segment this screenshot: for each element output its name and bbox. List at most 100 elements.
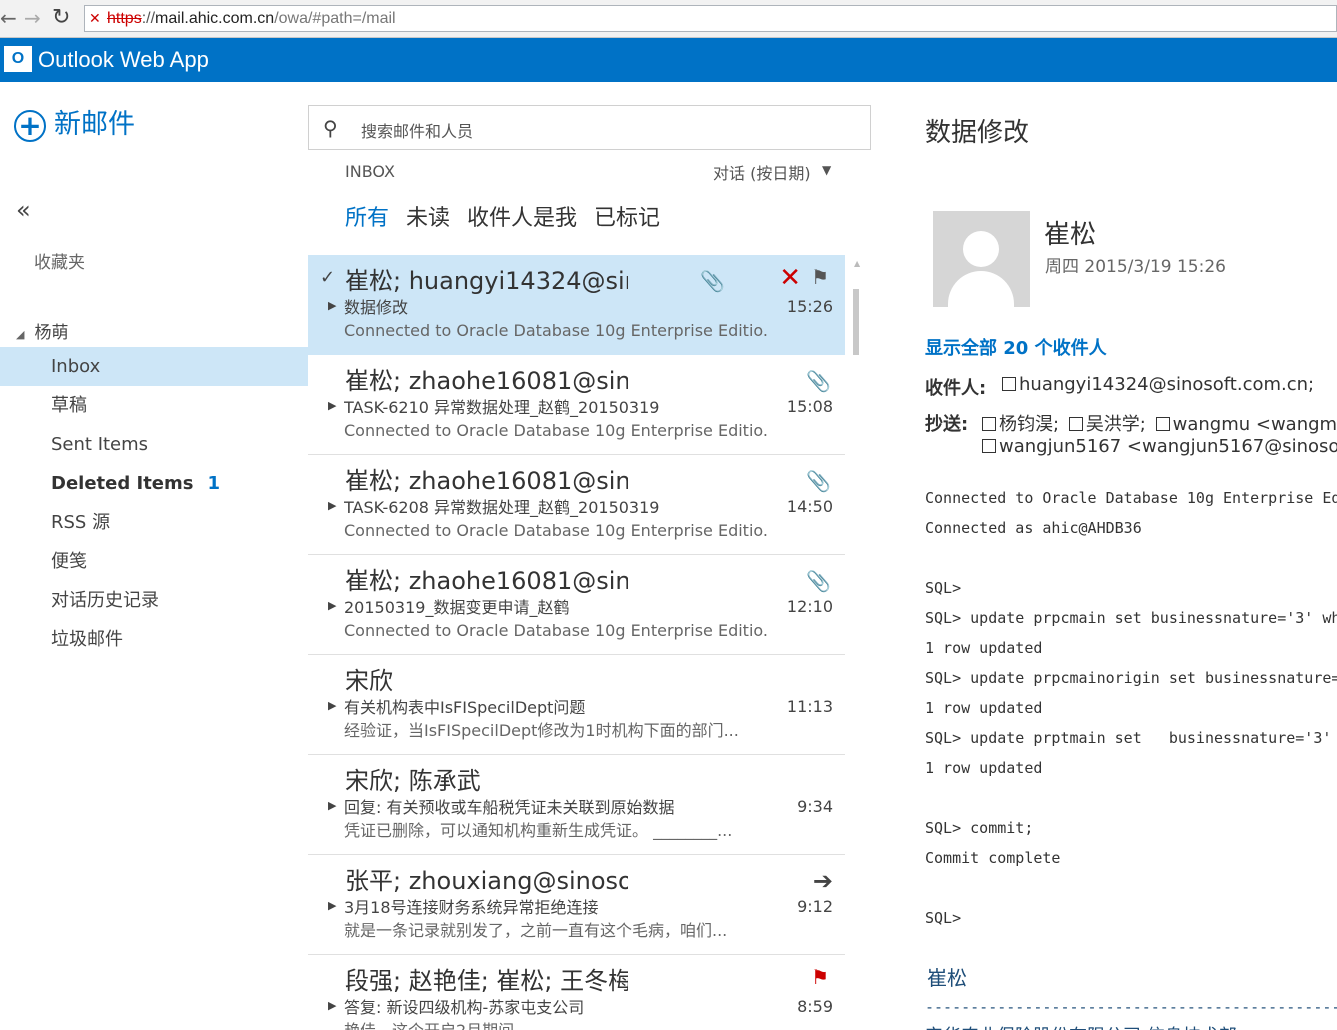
- sort-dropdown[interactable]: 对话 (按日期): [713, 160, 811, 184]
- message-subject: 有关机构表中IsFISpecilDept问题: [344, 698, 586, 717]
- folder-pane: + 新邮件 « 收藏夹 ◢ 杨萌 Inbox 草稿 Sent Items Dele…: [0, 82, 308, 1030]
- filter-all[interactable]: 所有: [345, 200, 389, 232]
- message-item[interactable]: 段强; 赵艳佳; 崔松; 王冬梅; 徐光华 ⚑ ▶ 答复: 新设四级机构-苏家屯…: [308, 955, 845, 1030]
- show-all-recipients-link[interactable]: 显示全部 20 个收件人: [925, 334, 1107, 360]
- contact-checkbox-icon: [982, 417, 996, 431]
- search-icon: ⚲: [323, 116, 338, 140]
- folder-deleted-items[interactable]: Deleted Items 1: [0, 464, 308, 503]
- collapse-pane-icon[interactable]: «: [16, 196, 31, 224]
- reading-pane: 数据修改 崔松 周四 2015/3/19 15:26 显示全部 20 个收件人 …: [872, 82, 1337, 1030]
- forward-arrow-icon[interactable]: →: [24, 6, 41, 30]
- message-time: 9:34: [797, 797, 833, 816]
- reload-icon[interactable]: ↻: [52, 6, 70, 30]
- body-line: 1 row updated: [925, 699, 1043, 717]
- folder-rss[interactable]: RSS 源: [0, 503, 308, 542]
- email-body: Connected to Oracle Database 10g Enterpr…: [925, 486, 1337, 936]
- message-item[interactable]: 崔松; zhaohe16081@sinosoft.com.cn 📎 ▶ TASK…: [308, 455, 845, 555]
- unread-count-badge: 1: [207, 473, 221, 494]
- forwarded-arrow-icon: ➔: [812, 867, 833, 895]
- message-item[interactable]: 宋欣 ▶ 有关机构表中IsFISpecilDept问题 经验证，当IsFISpe…: [308, 655, 845, 755]
- search-input[interactable]: ⚲ 搜索邮件和人员: [308, 105, 871, 150]
- cc-recipients: 杨钧淏; 吴洪学; wangmu <wangmu: [978, 410, 1337, 436]
- cc-label: 抄送:: [925, 414, 969, 435]
- sent-date: 周四 2015/3/19 15:26: [1045, 257, 1226, 277]
- folder-label: Sent Items: [51, 434, 149, 455]
- body-line: 1 row updated: [925, 639, 1043, 657]
- body-line: SQL> update prptmain set businessnature=…: [925, 729, 1332, 747]
- flag-icon[interactable]: ⚑: [811, 265, 829, 289]
- favorites-header[interactable]: 收藏夹: [34, 248, 85, 273]
- expand-triangle-icon[interactable]: ▶: [328, 399, 336, 412]
- signature-divider: ----------------------------------------…: [925, 998, 1337, 1016]
- message-subject: 数据修改: [344, 298, 409, 317]
- browser-toolbar: ← → ↻ ✕ https://mail.ahic.com.cn/owa/#pat…: [0, 0, 1337, 38]
- to-recipient[interactable]: huangyi14324@sinosoft.com.cn;: [998, 374, 1314, 395]
- filter-flagged[interactable]: 已标记: [594, 200, 660, 232]
- message-sender: 崔松; huangyi14324@sinosoft.com.cn: [345, 267, 628, 295]
- dropdown-arrow-icon[interactable]: ▼: [822, 163, 831, 177]
- checkmark-icon[interactable]: ✓: [320, 267, 335, 288]
- cc-recipient[interactable]: wangjun5167 <wangjun5167@sinosoft: [999, 436, 1337, 457]
- message-item[interactable]: 崔松; zhaohe16081@sinosoft.com.cn 📎 ▶ 2015…: [308, 555, 845, 655]
- delete-x-icon[interactable]: ✕: [779, 263, 801, 293]
- message-preview: 凭证已删除，可以通知机构重新生成凭证。 ________...: [344, 821, 733, 840]
- expand-triangle-icon[interactable]: ▶: [328, 899, 336, 912]
- filter-tabs: 所有 未读 收件人是我 已标记: [345, 200, 677, 232]
- cc-recipient[interactable]: 杨钧淏;: [999, 414, 1059, 435]
- body-line: SQL> update prpcmain set businessnature=…: [925, 609, 1337, 627]
- red-flag-icon[interactable]: ⚑: [811, 965, 829, 989]
- body-line: SQL> commit;: [925, 819, 1034, 837]
- message-item[interactable]: 张平; zhouxiang@sinosoft.com.cn ➔ ▶ 3月18号连…: [308, 855, 845, 955]
- paperclip-icon: 📎: [806, 369, 831, 393]
- folder-notes[interactable]: 便笺: [0, 542, 308, 581]
- message-item[interactable]: ✓ 崔松; huangyi14324@sinosoft.com.cn 📎 ✕ ⚑…: [308, 255, 845, 355]
- message-time: 14:50: [786, 497, 833, 516]
- message-time: 15:08: [786, 397, 833, 416]
- message-sender: 崔松; zhaohe16081@sinosoft.com.cn: [345, 467, 628, 495]
- mailbox-root[interactable]: ◢ 杨萌: [16, 318, 68, 343]
- message-item[interactable]: 宋欣; 陈承武 ▶ 回复: 有关预收或车船税凭证未关联到原始数据 凭证已删除，可…: [308, 755, 845, 855]
- collapse-triangle-icon[interactable]: ◢: [16, 328, 24, 341]
- paperclip-icon: 📎: [700, 269, 725, 293]
- expand-triangle-icon[interactable]: ▶: [328, 499, 336, 512]
- folder-inbox[interactable]: Inbox: [0, 347, 308, 386]
- expand-triangle-icon[interactable]: ▶: [328, 299, 336, 312]
- message-time: 9:12: [797, 897, 833, 916]
- body-line: SQL>: [925, 909, 962, 927]
- message-sender: 宋欣; 陈承武: [345, 767, 481, 795]
- app-title: Outlook Web App: [38, 47, 209, 72]
- address-bar[interactable]: ✕ https://mail.ahic.com.cn/owa/#path=/mai…: [84, 5, 1337, 32]
- expand-triangle-icon[interactable]: ▶: [328, 999, 336, 1012]
- back-arrow-icon[interactable]: ←: [0, 6, 17, 30]
- filter-unread[interactable]: 未读: [406, 200, 450, 232]
- current-folder-label: INBOX: [345, 162, 395, 181]
- url-host: mail.ahic.com.cn: [155, 10, 275, 27]
- cc-recipient[interactable]: wangmu <wangmu: [1173, 414, 1337, 435]
- expand-triangle-icon[interactable]: ▶: [328, 799, 336, 812]
- contact-checkbox-icon: [1155, 417, 1170, 431]
- message-list-scrollbar[interactable]: ▲: [845, 255, 871, 1030]
- paperclip-icon: 📎: [806, 469, 831, 493]
- sender-name[interactable]: 崔松: [1044, 214, 1096, 251]
- body-line: SQL> update prpcmainorigin set businessn…: [925, 669, 1337, 687]
- cc-recipient[interactable]: 吴洪学;: [1086, 414, 1146, 435]
- folder-conversation-history[interactable]: 对话历史记录: [0, 581, 308, 620]
- message-sender: 段强; 赵艳佳; 崔松; 王冬梅; 徐光华: [345, 967, 628, 995]
- folder-junk[interactable]: 垃圾邮件: [0, 620, 308, 659]
- message-item[interactable]: 崔松; zhaohe16081@sinosoft.com.cn 📎 ▶ TASK…: [308, 355, 845, 455]
- url-scheme: https: [107, 10, 142, 27]
- filter-to-me[interactable]: 收件人是我: [467, 200, 577, 232]
- expand-triangle-icon[interactable]: ▶: [328, 599, 336, 612]
- to-label: 收件人:: [925, 378, 987, 399]
- body-line: Commit complete: [925, 849, 1061, 867]
- scrollbar-thumb[interactable]: [853, 289, 859, 355]
- expand-triangle-icon[interactable]: ▶: [328, 699, 336, 712]
- mailbox-owner: 杨萌: [34, 323, 69, 343]
- contact-checkbox-icon: [1002, 377, 1016, 391]
- body-line: [925, 546, 1337, 576]
- folder-drafts[interactable]: 草稿: [0, 386, 308, 425]
- scroll-up-arrow-icon[interactable]: ▲: [854, 259, 860, 268]
- message-sender: 崔松; zhaohe16081@sinosoft.com.cn: [345, 367, 628, 395]
- message-preview: Connected to Oracle Database 10g Enterpr…: [344, 621, 769, 640]
- folder-sent-items[interactable]: Sent Items: [0, 425, 308, 464]
